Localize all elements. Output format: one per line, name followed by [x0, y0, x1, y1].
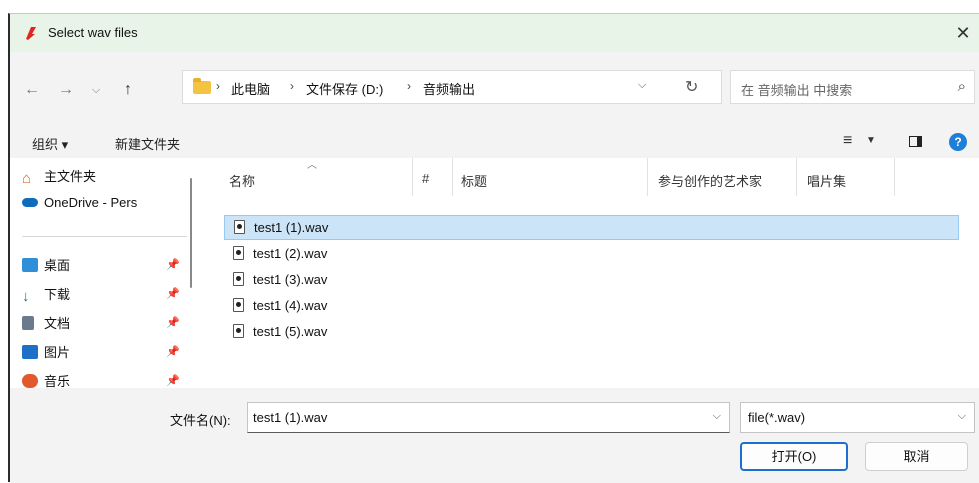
wav-file-icon [234, 220, 245, 234]
file-name: test1 (4).wav [253, 298, 328, 313]
address-dropdown-icon[interactable]: ⌵ [638, 79, 646, 92]
close-button[interactable]: ✕ [951, 21, 975, 45]
forward-arrow-icon[interactable]: → [56, 80, 76, 100]
navigation-pane: ⌂ 主文件夹 OneDrive - Pers 桌面 📌 ↓ 下载 📌 文档 📌 图片… [10, 158, 200, 388]
filename-value: test1 (1).wav [253, 410, 328, 425]
sidebar-scrollbar[interactable] [190, 178, 192, 288]
chevron-down-icon[interactable]: ⌵ [86, 80, 106, 100]
column-separator[interactable] [647, 158, 648, 196]
file-name: test1 (1).wav [254, 220, 329, 235]
address-bar[interactable]: › 此电脑 › 文件保存 (D:) › 音频输出 ⌵ [182, 70, 722, 104]
wav-file-icon [233, 298, 244, 312]
column-separator[interactable] [894, 158, 895, 196]
file-row[interactable]: test1 (3).wav [224, 268, 959, 293]
file-name: test1 (2).wav [253, 246, 328, 261]
file-row[interactable]: test1 (5).wav [224, 320, 959, 345]
back-arrow-icon[interactable]: ← [22, 80, 42, 100]
title-bar: Select wav files ✕ [10, 14, 979, 52]
sidebar-item-home[interactable]: ⌂ 主文件夹 [22, 166, 97, 187]
sidebar-item-label: 下载 [44, 287, 71, 302]
wav-file-icon [233, 246, 244, 260]
refresh-icon[interactable]: ↻ [685, 77, 698, 97]
folder-icon [193, 78, 211, 94]
column-separator[interactable] [412, 158, 413, 196]
breadcrumb-separator: › [407, 79, 411, 93]
chevron-down-icon[interactable]: ⌵ [713, 410, 721, 423]
open-button[interactable]: 打开(O) [740, 442, 848, 471]
view-dropdown-icon[interactable]: ▼ [866, 135, 876, 146]
new-folder-button[interactable]: 新建文件夹 [115, 134, 180, 153]
column-header-number[interactable]: # [422, 171, 429, 186]
sidebar-item-label: 图片 [44, 345, 71, 360]
acrobat-logo-icon [26, 27, 36, 40]
pin-icon[interactable]: 📌 [166, 287, 180, 300]
navigation-bar: ← → ⌵ ↑ › 此电脑 › 文件保存 (D:) › 音频输出 ⌵ ↻ 在 音… [10, 52, 979, 126]
breadcrumb-separator: › [216, 79, 220, 93]
help-icon[interactable]: ? [949, 133, 967, 151]
sidebar-item-label: 音乐 [44, 374, 71, 388]
file-row[interactable]: test1 (2).wav [224, 242, 959, 267]
window-title: Select wav files [48, 25, 138, 40]
column-separator[interactable] [452, 158, 453, 196]
sidebar-item-pictures[interactable]: 图片 [22, 342, 70, 362]
organize-menu-button[interactable]: 组织 ▾ [32, 134, 68, 153]
cancel-button[interactable]: 取消 [865, 442, 968, 471]
file-row[interactable]: test1 (1).wav [224, 215, 959, 240]
sidebar-divider [22, 236, 187, 237]
column-header-album[interactable]: 唱片集 [807, 171, 846, 190]
pin-icon[interactable]: 📌 [166, 374, 180, 387]
pin-icon[interactable]: 📌 [166, 345, 180, 358]
sidebar-item-label: 文档 [44, 316, 71, 331]
sidebar-item-label: OneDrive - Pers [44, 195, 138, 210]
sidebar-item-onedrive[interactable]: OneDrive - Pers [22, 195, 137, 215]
dialog-footer: 文件名(N): test1 (1).wav ⌵ file(*.wav) ⌵ 打开… [10, 388, 979, 483]
sidebar-item-downloads[interactable]: ↓ 下载 [22, 284, 71, 305]
home-icon: ⌂ [22, 170, 32, 187]
command-toolbar: 组织 ▾ 新建文件夹 ≡ ▼ ? [10, 126, 979, 158]
music-icon [22, 374, 38, 388]
filename-label: 文件名(N): [170, 413, 231, 428]
file-list: ︿ 名称 # 标题 参与创作的艺术家 唱片集 test1 (1).wav tes… [202, 158, 979, 388]
file-open-dialog: Select wav files ✕ ← → ⌵ ↑ › 此电脑 › 文件保存 … [8, 13, 979, 483]
column-header-name[interactable]: 名称 [229, 171, 255, 190]
view-options-icon[interactable]: ≡ [843, 132, 852, 150]
wav-file-icon [233, 272, 244, 286]
search-placeholder: 在 音频输出 中搜索 [741, 83, 853, 98]
sidebar-item-label: 桌面 [44, 258, 71, 273]
up-arrow-icon[interactable]: ↑ [118, 80, 138, 100]
pictures-icon [22, 345, 38, 359]
chevron-down-icon[interactable]: ⌵ [958, 410, 966, 423]
onedrive-cloud-icon [22, 198, 38, 207]
sidebar-item-label: 主文件夹 [44, 169, 97, 184]
column-separator[interactable] [796, 158, 797, 196]
file-name: test1 (3).wav [253, 272, 328, 287]
filetype-select[interactable]: file(*.wav) ⌵ [740, 402, 975, 433]
wav-file-icon [233, 324, 244, 338]
sort-ascending-icon: ︿ [307, 160, 317, 171]
sidebar-item-documents[interactable]: 文档 [22, 313, 70, 333]
preview-pane-icon[interactable] [909, 136, 922, 147]
breadcrumb-this-pc[interactable]: 此电脑 [231, 79, 270, 98]
breadcrumb-separator: › [290, 79, 294, 93]
file-name: test1 (5).wav [253, 324, 328, 339]
filename-field[interactable]: test1 (1).wav ⌵ [247, 402, 730, 433]
filetype-value: file(*.wav) [748, 410, 806, 425]
breadcrumb-drive-d[interactable]: 文件保存 (D:) [306, 79, 383, 98]
pin-icon[interactable]: 📌 [166, 258, 180, 271]
search-icon[interactable]: ⌕ [958, 78, 966, 95]
breadcrumb-audio-output[interactable]: 音频输出 [423, 79, 475, 98]
desktop-icon [22, 258, 38, 272]
file-row[interactable]: test1 (4).wav [224, 294, 959, 319]
sidebar-item-desktop[interactable]: 桌面 [22, 255, 70, 275]
sidebar-item-music[interactable]: 音乐 [22, 371, 70, 388]
download-icon: ↓ [22, 288, 30, 305]
pin-icon[interactable]: 📌 [166, 316, 180, 329]
search-box[interactable]: 在 音频输出 中搜索 ⌕ [730, 70, 975, 104]
column-header-artists[interactable]: 参与创作的艺术家 [658, 171, 762, 190]
column-header-title[interactable]: 标题 [461, 171, 487, 190]
document-icon [22, 316, 34, 330]
